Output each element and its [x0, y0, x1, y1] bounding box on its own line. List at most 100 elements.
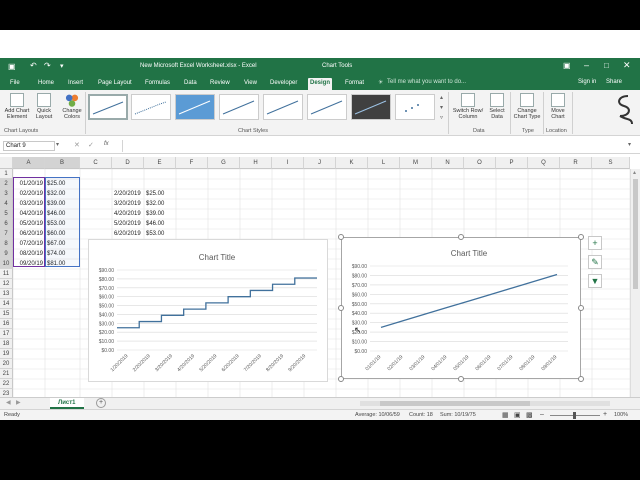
chart-style-7[interactable] [351, 94, 391, 120]
redo-icon[interactable]: ↷ [44, 61, 51, 70]
add-chart-element-button[interactable]: Add Chart Element [2, 93, 32, 120]
cell-e3[interactable]: $25.00 [144, 189, 176, 199]
page-break-view-icon[interactable]: ▩ [526, 411, 533, 419]
cell-d3[interactable]: 2/20/2019 [112, 189, 144, 199]
tab-formulas[interactable]: Formulas [143, 78, 172, 90]
new-sheet-button[interactable]: + [96, 398, 106, 408]
column-header-E[interactable]: E [144, 157, 176, 169]
expand-formula-bar-icon[interactable]: ▾ [628, 141, 631, 148]
series-line[interactable] [117, 277, 317, 329]
insert-function-icon[interactable]: fx [104, 141, 109, 147]
tab-format[interactable]: Format [343, 78, 366, 90]
column-header-H[interactable]: H [240, 157, 272, 169]
row-header-5[interactable]: 5 [0, 209, 13, 219]
chart-elements-button[interactable]: + [588, 236, 602, 250]
tab-page-layout[interactable]: Page Layout [96, 78, 134, 90]
sign-in-link[interactable]: Sign in [578, 79, 596, 85]
row-header-12[interactable]: 12 [0, 279, 13, 289]
zoom-slider-thumb[interactable] [573, 412, 576, 419]
name-box-dropdown-icon[interactable]: ▾ [56, 141, 59, 148]
chart-style-6[interactable] [307, 94, 347, 120]
chart-style-3[interactable] [175, 94, 215, 120]
chart-selection-handles[interactable] [336, 232, 586, 384]
vertical-scrollbar[interactable]: ▴ [630, 169, 640, 397]
zoom-out-icon[interactable]: – [540, 411, 544, 418]
column-header-M[interactable]: M [400, 157, 432, 169]
tab-file[interactable]: File [8, 78, 22, 90]
gallery-scroll-down-icon[interactable]: ▾ [440, 104, 443, 111]
row-header-11[interactable]: 11 [0, 269, 13, 279]
select-data-button[interactable]: Select Data [486, 93, 508, 120]
row-header-16[interactable]: 16 [0, 319, 13, 329]
cell-d7[interactable]: 6/20/2019 [112, 229, 144, 239]
cell-e5[interactable]: $39.00 [144, 209, 176, 219]
switch-row-column-button[interactable]: Switch Row/ Column [451, 93, 485, 120]
tab-developer[interactable]: Developer [268, 78, 299, 90]
column-header-L[interactable]: L [368, 157, 400, 169]
formula-input[interactable] [122, 140, 630, 152]
quick-layout-button[interactable]: Quick Layout [33, 93, 55, 120]
enter-icon[interactable]: ✓ [88, 141, 94, 149]
tab-insert[interactable]: Insert [66, 78, 85, 90]
column-header-R[interactable]: R [560, 157, 592, 169]
gallery-more-icon[interactable]: ▿ [440, 114, 443, 121]
chart-title[interactable]: Chart Title [199, 253, 236, 262]
row-header-21[interactable]: 21 [0, 369, 13, 379]
row-header-4[interactable]: 4 [0, 199, 13, 209]
move-chart-button[interactable]: Move Chart [546, 93, 570, 120]
row-header-20[interactable]: 20 [0, 359, 13, 369]
row-header-18[interactable]: 18 [0, 339, 13, 349]
column-header-Q[interactable]: Q [528, 157, 560, 169]
chart-filters-funnel-icon[interactable]: ▼ [588, 274, 602, 288]
column-header-B[interactable]: B [45, 157, 80, 169]
name-box[interactable]: Chart 9 [3, 141, 55, 151]
chart-step-line[interactable]: Chart Title $0.00 $10.00 $20.00 $30.00 $40.00… [88, 239, 328, 382]
page-layout-view-icon[interactable]: ▣ [514, 411, 521, 419]
tell-me-input[interactable]: Tell me what you want to do... [387, 79, 466, 85]
column-header-I[interactable]: I [272, 157, 304, 169]
chart-style-2[interactable] [131, 94, 171, 120]
tab-design[interactable]: Design [308, 78, 333, 90]
tab-review[interactable]: Review [208, 78, 232, 90]
share-button[interactable]: Share [606, 79, 622, 85]
maximize-icon[interactable]: □ [604, 61, 609, 70]
row-header-19[interactable]: 19 [0, 349, 13, 359]
sheet-next-icon[interactable]: ▶ [16, 399, 21, 406]
zoom-level[interactable]: 100% [614, 412, 628, 418]
chart-styles-brush-icon[interactable]: ✎ [588, 255, 602, 269]
cell-e7[interactable]: $53.00 [144, 229, 176, 239]
column-header-D[interactable]: D [112, 157, 144, 169]
minimize-icon[interactable]: – [584, 60, 589, 70]
column-header-A[interactable]: A [13, 157, 45, 169]
row-header-10[interactable]: 10 [0, 259, 13, 269]
tab-data[interactable]: Data [182, 78, 199, 90]
customize-toolbar-icon[interactable]: ▾ [60, 62, 64, 70]
row-header-22[interactable]: 22 [0, 379, 13, 389]
row-header-14[interactable]: 14 [0, 299, 13, 309]
tab-home[interactable]: Home [36, 78, 56, 90]
chart-style-1[interactable] [88, 94, 128, 120]
column-header-G[interactable]: G [208, 157, 240, 169]
cell-e4[interactable]: $32.00 [144, 199, 176, 209]
row-header-6[interactable]: 6 [0, 219, 13, 229]
column-header-F[interactable]: F [176, 157, 208, 169]
worksheet-grid[interactable]: ABCDEFGHIJKLMNOPQRS 1 2 3 4 5 6 7 8 9 10 11 12 13 14 1… [0, 157, 640, 399]
row-header-9[interactable]: 9 [0, 249, 13, 259]
sheet-tab-active[interactable]: Лист1 [50, 398, 84, 409]
horizontal-scroll-thumb[interactable] [380, 401, 530, 406]
ribbon-display-icon[interactable]: ▣ [563, 61, 571, 70]
column-header-C[interactable]: C [80, 157, 112, 169]
cell-e6[interactable]: $46.00 [144, 219, 176, 229]
zoom-slider[interactable] [550, 412, 600, 419]
chart-style-8[interactable] [395, 94, 435, 120]
row-header-17[interactable]: 17 [0, 329, 13, 339]
column-header-N[interactable]: N [432, 157, 464, 169]
zoom-in-icon[interactable]: + [603, 411, 607, 418]
horizontal-scrollbar[interactable] [360, 401, 610, 406]
close-icon[interactable]: ✕ [623, 60, 631, 71]
chart-style-4[interactable] [219, 94, 259, 120]
save-icon[interactable]: ▣ [8, 62, 16, 71]
tab-view[interactable]: View [242, 78, 259, 90]
scroll-thumb[interactable] [633, 179, 638, 289]
column-header-J[interactable]: J [304, 157, 336, 169]
